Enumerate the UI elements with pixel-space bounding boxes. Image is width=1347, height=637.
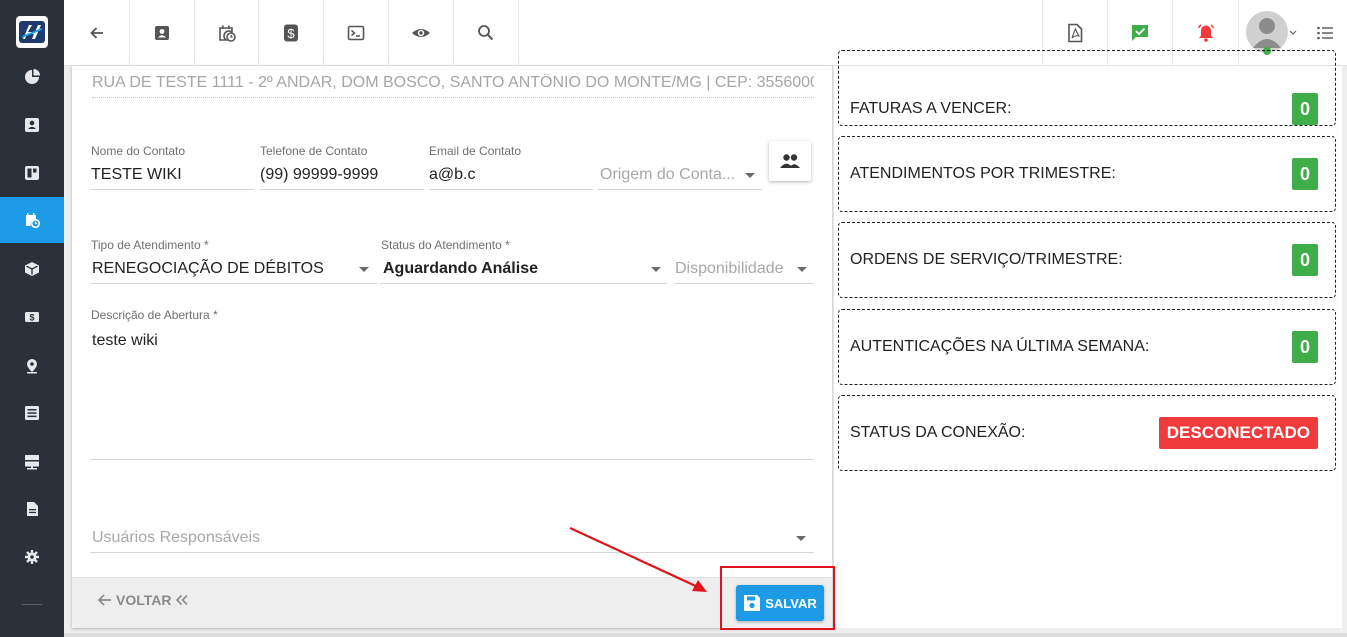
attendance-form-card: RUA DE TESTE 1111 - 2º ANDAR, DOM BOSCO,… <box>72 66 832 628</box>
cube-icon <box>25 262 39 276</box>
contact-phone-label: Telefone de Contato <box>260 144 368 158</box>
pie-chart-icon <box>25 69 40 84</box>
people-icon <box>780 154 800 168</box>
dashboard-icon <box>25 166 39 180</box>
sidebar-item-settings[interactable] <box>0 534 64 580</box>
terminal-button[interactable] <box>324 0 389 66</box>
stat-label: FATURAS A VENCER: <box>850 100 1012 117</box>
alarm-bell-icon <box>1197 24 1214 42</box>
gear-icon <box>25 550 39 564</box>
sidebar-item-network[interactable] <box>0 439 64 485</box>
back-label: VOLTAR <box>116 592 172 608</box>
stat-label: ORDENS DE SERVIÇO/TRIMESTRE: <box>850 251 1123 268</box>
contact-phone-input[interactable]: (99) 99999-9999 <box>260 162 424 190</box>
client-data-button[interactable] <box>130 0 195 66</box>
sidebar-item-reports[interactable] <box>0 390 64 436</box>
contacts-button[interactable] <box>769 141 811 181</box>
terminal-icon <box>347 25 365 41</box>
search-button[interactable] <box>454 0 519 66</box>
stat-service-orders-quarter: ORDENS DE SERVIÇO/TRIMESTRE: 0 <box>838 222 1336 298</box>
description-textarea[interactable]: teste wiki <box>90 328 814 460</box>
connection-status-badge: DESCONECTADO <box>1158 417 1318 449</box>
stat-badge: 0 <box>1292 158 1318 190</box>
stat-attendances-quarter: ATENDIMENTOS POR TRIMESTRE: 0 <box>838 136 1336 212</box>
view-button[interactable] <box>389 0 454 66</box>
attendance-type-select[interactable]: RENEGOCIAÇÃO DE DÉBITOS <box>91 256 377 284</box>
stat-invoices-due: FATURAS A VENCER: 0 <box>838 50 1336 126</box>
responsible-users-caret-icon <box>796 536 806 541</box>
stat-badge: 0 <box>1292 244 1318 276</box>
availability-select[interactable]: Disponibilidade <box>674 256 814 284</box>
contact-email-input[interactable]: a@b.c <box>429 162 593 190</box>
sidebar-item-documents[interactable] <box>0 486 64 532</box>
svg-text:$: $ <box>29 313 34 323</box>
description-label: Descrição de Abertura * <box>91 308 218 322</box>
annotation-highlight-box <box>720 566 835 630</box>
bottom-strip <box>64 633 1347 637</box>
finance-button[interactable]: $ <box>259 0 324 66</box>
contact-origin-select[interactable]: Origem do Conta... <box>598 162 762 190</box>
attendance-status-select[interactable]: Aguardando Análise <box>381 256 667 284</box>
client-address: RUA DE TESTE 1111 - 2º ANDAR, DOM BOSCO,… <box>92 74 814 98</box>
description-text: teste wiki <box>92 332 158 349</box>
contact-card-icon <box>155 26 169 40</box>
stat-badge: 0 <box>1292 93 1318 125</box>
calendar-clock-icon <box>218 25 236 42</box>
calendar-clock-icon <box>26 213 40 228</box>
attendance-status-caret-icon <box>651 267 661 272</box>
responsible-users-select[interactable]: Usuários Responsáveis <box>90 525 814 553</box>
back-link[interactable]: VOLTAR <box>96 592 189 608</box>
document-icon <box>27 502 38 516</box>
attendance-status-label: Status do Atendimento * <box>381 238 510 252</box>
eye-icon <box>412 29 430 37</box>
sidebar-item-attendance[interactable] <box>0 197 64 243</box>
client-stats-panel: FATURAS A VENCER: 0 ATENDIMENTOS POR TRI… <box>834 50 1342 628</box>
stat-authentications-week: AUTENTICAÇÕES NA ÚLTIMA SEMANA: 0 <box>838 309 1336 385</box>
sidebar-item-clients[interactable] <box>0 102 64 148</box>
form-footer: VOLTAR SALVAR <box>72 577 832 628</box>
logo-mark <box>19 21 45 43</box>
list-icon <box>1316 26 1333 40</box>
sidebar: $ <box>0 0 64 637</box>
attendance-history-button[interactable] <box>195 0 259 66</box>
stat-label: STATUS DA CONEXÃO: <box>850 424 1026 441</box>
search-icon <box>478 25 494 41</box>
stat-label: ATENDIMENTOS POR TRIMESTRE: <box>850 165 1116 182</box>
availability-caret-icon <box>797 267 807 272</box>
double-chevron-left-icon <box>176 594 189 606</box>
attendance-type-caret-icon <box>359 267 369 272</box>
contact-card-icon <box>25 118 39 132</box>
svg-text:$: $ <box>287 26 295 41</box>
dollar-icon: $ <box>25 312 39 323</box>
sidebar-item-maps[interactable] <box>0 343 64 389</box>
attendance-type-label: Tipo de Atendimento * <box>91 238 209 252</box>
contact-origin-caret-icon <box>745 173 755 178</box>
server-icon <box>25 455 39 470</box>
back-button[interactable] <box>64 0 130 66</box>
stat-label: AUTENTICAÇÕES NA ÚLTIMA SEMANA: <box>850 338 1150 355</box>
map-pin-icon <box>27 359 37 374</box>
sidebar-item-board[interactable] <box>0 150 64 196</box>
check-message-icon <box>1132 25 1148 41</box>
sidebar-divider <box>22 604 42 605</box>
dollar-icon: $ <box>284 24 298 42</box>
left-arrow-icon <box>97 594 111 606</box>
app-logo[interactable] <box>16 16 48 48</box>
sidebar-item-products[interactable] <box>0 246 64 292</box>
pdf-icon <box>1068 23 1083 43</box>
stat-badge: 0 <box>1292 331 1318 363</box>
contact-email-label: Email de Contato <box>429 144 522 158</box>
list-icon <box>25 406 39 420</box>
stat-connection-status: STATUS DA CONEXÃO: DESCONECTADO <box>838 395 1336 471</box>
back-arrow-icon <box>89 27 103 39</box>
contact-name-label: Nome do Contato <box>91 144 186 158</box>
sidebar-item-finance[interactable]: $ <box>0 294 64 340</box>
sidebar-item-dashboard[interactable] <box>0 54 64 100</box>
contact-name-input[interactable]: TESTE WIKI <box>91 162 254 190</box>
